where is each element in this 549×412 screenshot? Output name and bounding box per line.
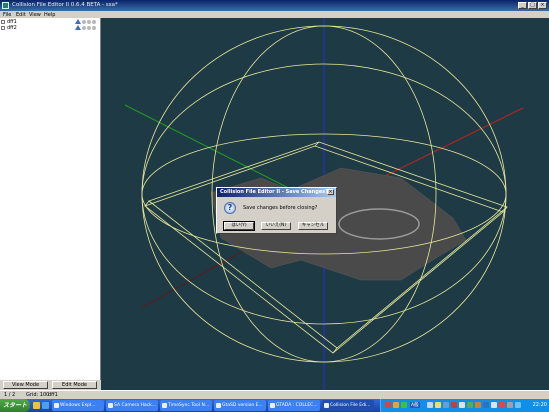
option-dot-icon[interactable] — [87, 26, 91, 30]
status-model: dff1 — [48, 392, 58, 398]
tray-icon[interactable] — [401, 402, 407, 408]
tree-item-dff2[interactable]: dff2 — [1, 25, 98, 31]
system-tray: A般 22:20 — [380, 399, 549, 412]
dialog-title-bar[interactable]: Collision File Editor II - Save Changes?… — [217, 188, 336, 197]
menu-bar: File Edit View Help — [0, 11, 549, 18]
tray-icon[interactable] — [451, 402, 457, 408]
option-dot-icon[interactable] — [82, 20, 86, 24]
tray-icon[interactable] — [435, 402, 441, 408]
move-icon[interactable] — [75, 19, 81, 24]
option-dot-icon[interactable] — [92, 26, 96, 30]
yes-button[interactable]: はい(Y) — [223, 221, 255, 231]
visibility-checkbox[interactable] — [1, 26, 5, 30]
status-grid: Grid: 100 — [26, 392, 50, 398]
browser-icon — [270, 403, 275, 408]
dialog-title: Collision File Editor II - Save Changes? — [220, 189, 329, 195]
status-page: 1 / 2 — [4, 392, 16, 398]
title-bar[interactable]: Collision File Editor II 0.6.4 BETA - ss… — [0, 0, 549, 11]
quicklaunch-icon[interactable] — [42, 402, 49, 409]
task-label: GtaSD version E... — [222, 403, 263, 408]
option-dot-icon[interactable] — [92, 20, 96, 24]
task-button[interactable]: Windows Expl... — [52, 400, 104, 411]
tree-item-label: dff2 — [7, 25, 17, 31]
view-mode-button[interactable]: View Mode — [3, 381, 48, 389]
window-title: Collision File Editor II 0.6.4 BETA - ss… — [12, 2, 118, 8]
task-button[interactable]: GtaSD version E... — [214, 400, 266, 411]
tray-icon[interactable] — [385, 402, 391, 408]
save-changes-dialog: Collision File Editor II - Save Changes?… — [216, 187, 337, 234]
tray-icon[interactable] — [491, 402, 497, 408]
option-dot-icon[interactable] — [82, 26, 86, 30]
visibility-checkbox[interactable] — [1, 20, 5, 24]
tray-icon[interactable] — [483, 402, 489, 408]
dialog-close-button[interactable]: × — [327, 189, 334, 195]
clock[interactable]: 22:20 — [533, 402, 547, 408]
tray-icon[interactable] — [443, 402, 449, 408]
tray-icon[interactable] — [393, 402, 399, 408]
taskbar: スタート Windows Expl... SA Camera Hack... T… — [0, 399, 549, 412]
dialog-message: Save changes before closing? — [243, 205, 318, 211]
quicklaunch-icon[interactable] — [33, 402, 40, 409]
minimize-button[interactable]: _ — [518, 2, 527, 9]
task-label: SA Camera Hack... — [114, 403, 157, 408]
tray-icon[interactable] — [467, 402, 473, 408]
mode-buttons: View Mode Edit Mode — [0, 380, 101, 390]
start-button[interactable]: スタート — [0, 399, 30, 412]
task-label: TimeSync Tool N... — [168, 403, 210, 408]
tray-icon[interactable] — [499, 402, 505, 408]
tray-icon[interactable] — [515, 402, 521, 408]
task-button-active[interactable]: Collision File Edi... — [322, 400, 374, 411]
tray-icon[interactable] — [475, 402, 481, 408]
model-tree: dff1 dff2 — [0, 18, 101, 380]
app-icon — [2, 2, 9, 9]
tray-icon[interactable] — [459, 402, 465, 408]
move-icon[interactable] — [75, 25, 81, 30]
task-button[interactable]: GTADA : COLLEC... — [268, 400, 320, 411]
task-label: Windows Expl... — [60, 403, 96, 408]
cancel-button[interactable]: キャンセル — [298, 222, 328, 230]
task-button[interactable]: TimeSync Tool N... — [160, 400, 212, 411]
tray-icon[interactable] — [427, 402, 433, 408]
task-button[interactable]: SA Camera Hack... — [106, 400, 158, 411]
close-button[interactable]: × — [538, 2, 547, 9]
maximize-button[interactable]: □ — [528, 2, 537, 9]
edit-mode-button[interactable]: Edit Mode — [52, 381, 97, 389]
tray-icon[interactable] — [507, 402, 513, 408]
app-icon — [108, 403, 113, 408]
option-dot-icon[interactable] — [87, 20, 91, 24]
app-icon — [324, 403, 329, 408]
app-icon — [216, 403, 221, 408]
ime-indicator[interactable]: A般 — [410, 402, 420, 408]
app-icon — [162, 403, 167, 408]
folder-icon — [54, 403, 59, 408]
question-icon: ? — [224, 202, 236, 214]
no-button[interactable]: いいえ(N) — [261, 222, 291, 230]
task-label: GTADA : COLLEC... — [276, 403, 318, 408]
task-label: Collision File Edi... — [330, 403, 371, 408]
